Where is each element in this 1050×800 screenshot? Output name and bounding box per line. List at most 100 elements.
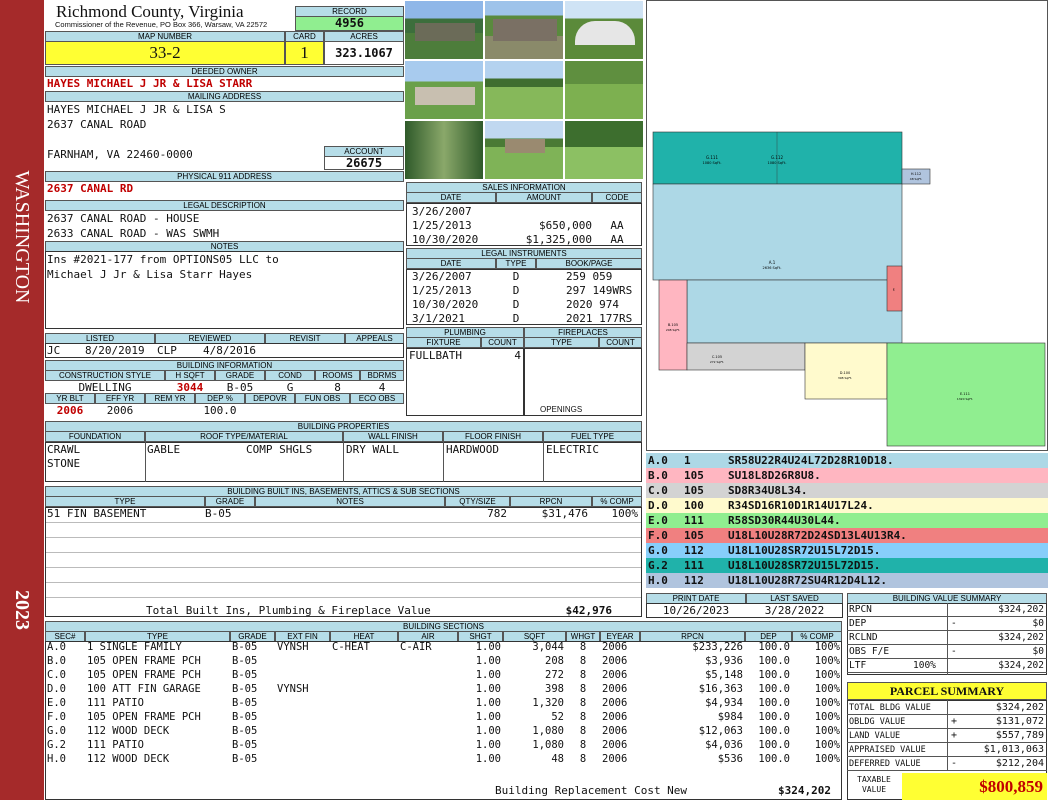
sketch-section-path: U18L10U28SR72U15L72D15. — [728, 544, 881, 557]
summary-value: $324,202 — [998, 604, 1044, 615]
photo-pasture[interactable] — [564, 60, 644, 120]
sketch-drawing: G.111 1080 SqFt. G.112 1080 SqFt. H.112 … — [652, 131, 1046, 447]
sketch-section-code: C.0 — [648, 484, 668, 497]
sketch-area-c0: C.105 — [712, 355, 722, 359]
plumb-count: 4 — [514, 349, 521, 362]
sales-h-amount: AMOUNT — [496, 192, 592, 203]
bi-h-rooms: ROOMS — [315, 370, 360, 381]
builtins-total-label: Total Built Ins, Plumbing & Fireplace Va… — [146, 604, 431, 617]
inst-2-type: D — [512, 284, 520, 297]
section-cell: G.2 — [47, 739, 66, 751]
sketch-area-f0: F. — [893, 288, 896, 292]
sales-h-date: DATE — [406, 192, 496, 203]
section-cell: 1.00 — [475, 725, 501, 737]
sale-3-code: AA — [610, 233, 624, 246]
summary-sign: 100% — [913, 660, 936, 671]
photo-field[interactable] — [484, 60, 564, 120]
record-value: 4956 — [295, 16, 404, 31]
section-cell: D.0 — [47, 683, 66, 695]
section-cell: 1.00 — [475, 683, 501, 695]
plumb-fixture: FULLBATH — [409, 349, 462, 362]
parcel-value: $324,202 — [995, 702, 1044, 713]
builtins-total: $42,976 — [565, 604, 612, 617]
mailing-line-1: HAYES MICHAEL J JR & LISA S — [47, 103, 226, 116]
fire-h-type: TYPE — [524, 337, 599, 348]
listed-date: 8/20/2019 — [85, 344, 145, 357]
photo-driveway[interactable] — [404, 120, 484, 180]
sale-3-date: 10/30/2020 — [412, 233, 479, 246]
sketch-area-e0: E.111 — [960, 392, 970, 396]
section-cell: B.0 — [47, 655, 66, 667]
section-cell: 8 — [579, 655, 587, 667]
section-cell: B-05 — [232, 725, 258, 737]
sketch-area-b0: B.105 — [668, 323, 678, 327]
inst-h-book: BOOK/PAGE — [536, 258, 642, 269]
building-sketch[interactable]: G.111 1080 SqFt. G.112 1080 SqFt. H.112 … — [646, 0, 1048, 451]
inst-2-book: 297 149WRS — [566, 284, 633, 297]
section-cell: VYNSH — [277, 641, 309, 653]
photo-trees[interactable] — [564, 120, 644, 180]
section-cell: 8 — [579, 669, 587, 681]
value-summary-divider — [947, 603, 948, 675]
section-cell: 1,080 — [532, 725, 564, 737]
bi-h-cond: COND — [265, 370, 315, 381]
map-number: 33-2 — [45, 41, 285, 65]
sketch-section-num: 105 — [684, 469, 704, 482]
section-cell: B-05 — [232, 669, 258, 681]
section-cell: 1 SINGLE FAMILY — [87, 641, 182, 653]
mailing-line-4: FARNHAM, VA 22460-0000 — [47, 148, 193, 161]
summary-key: RPCN — [849, 604, 872, 615]
sketch-area-h0: H.112 — [911, 172, 921, 176]
plumb-h-fixture: FIXTURE — [406, 337, 481, 348]
section-cell: 112 WOOD DECK — [87, 725, 170, 737]
section-cell: 100.0 — [758, 739, 790, 751]
sketch-section-path: U18L10U28R72SU4R12D4L12. — [728, 574, 887, 587]
sketch-section-num: 105 — [684, 484, 704, 497]
summary-sign: - — [951, 646, 957, 657]
sale-2-date: 1/25/2013 — [412, 219, 472, 232]
photo-house[interactable] — [404, 60, 484, 120]
notes-line-1: Ins #2021-177 from OPTIONS05 LLC to — [47, 253, 279, 266]
section-cell: 100% — [814, 655, 840, 667]
parcel-value: $212,204 — [995, 758, 1044, 769]
section-cell: 272 — [545, 669, 564, 681]
section-cell: E.0 — [47, 697, 66, 709]
section-cell: 100.0 — [758, 683, 790, 695]
section-cell: G.0 — [47, 725, 66, 737]
section-cell: B-05 — [232, 641, 258, 653]
parcel-value: $131,072 — [995, 716, 1044, 727]
photo-greenhouse[interactable] — [564, 0, 644, 60]
summary-value: $0 — [1032, 646, 1044, 657]
section-cell: 112 WOOD DECK — [87, 753, 170, 765]
builtin-grade: B-05 — [205, 507, 232, 520]
photo-shed[interactable] — [484, 0, 564, 60]
bi2-h-comp: % COMP — [592, 496, 642, 507]
section-cell: 105 OPEN FRAME PCH — [87, 711, 201, 723]
sketch-section-num: 111 — [684, 514, 704, 527]
sketch-section-row: D.0 100 R34SD16R10D1R14U17L24. — [646, 498, 1048, 513]
parcel-key: DEFERRED VALUE — [849, 759, 921, 769]
section-cell: 1.00 — [475, 669, 501, 681]
parcel-key: TOTAL BLDG VALUE — [849, 703, 931, 713]
photo-barn[interactable] — [404, 0, 484, 60]
prop-h-foundation: FOUNDATION — [45, 431, 145, 442]
section-cell: 1.00 — [475, 711, 501, 723]
section-cell: C.0 — [47, 669, 66, 681]
inst-1-date: 3/26/2007 — [412, 270, 472, 283]
sketch-section-code: F.0 — [648, 529, 668, 542]
section-cell: 100% — [814, 669, 840, 681]
section-cell: C-HEAT — [332, 641, 370, 653]
bi2-h-rpcn: RPCN — [510, 496, 592, 507]
builtin-rpcn: $31,476 — [541, 507, 588, 520]
prop-div-2 — [343, 442, 344, 482]
photo-outbuilding[interactable] — [484, 120, 564, 180]
parcel-sign: - — [951, 758, 958, 769]
bi-yrblt: 2006 — [56, 404, 84, 417]
section-cell: 100.0 — [758, 641, 790, 653]
summary-value: $324,202 — [998, 632, 1044, 643]
bi-h-funobs: FUN OBS — [295, 393, 350, 404]
section-cell: 100% — [814, 697, 840, 709]
sketch-section-code: D.0 — [648, 499, 668, 512]
inst-1-book: 259 059 — [566, 270, 613, 283]
section-cell: 1.00 — [475, 655, 501, 667]
